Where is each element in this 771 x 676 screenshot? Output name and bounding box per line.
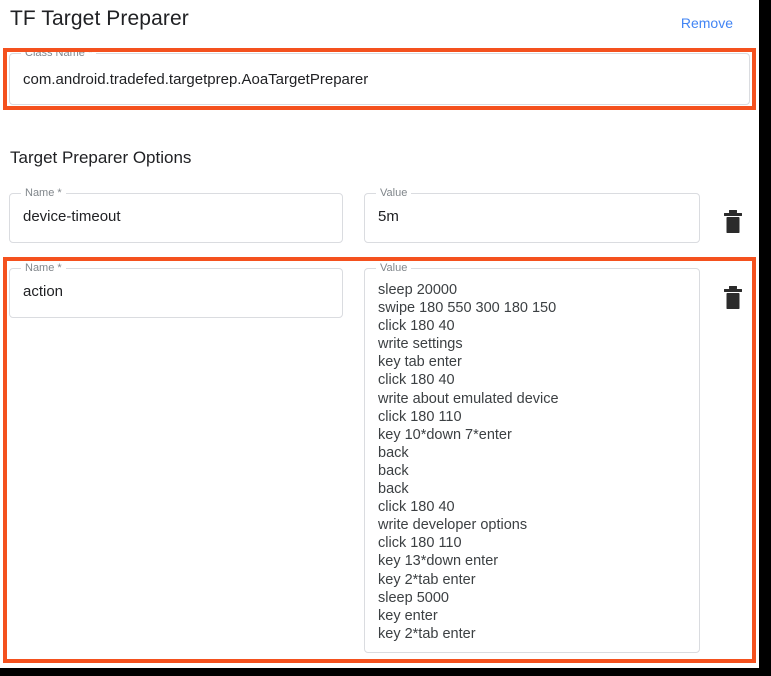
option-value-field-1[interactable]: Value 5m bbox=[364, 187, 700, 243]
option-name-value-2[interactable]: action bbox=[23, 283, 332, 300]
trash-icon bbox=[719, 208, 747, 238]
option-value-label-2: Value bbox=[376, 262, 412, 274]
page-edge-bottom bbox=[0, 668, 771, 676]
remove-link[interactable]: Remove bbox=[681, 15, 733, 31]
option-name-label-1: Name * bbox=[21, 187, 66, 199]
class-name-field[interactable]: Class Name * com.android.tradefed.target… bbox=[9, 47, 750, 105]
target-preparer-panel: TF Target Preparer Remove Class Name * c… bbox=[0, 0, 771, 676]
option-name-value-1[interactable]: device-timeout bbox=[23, 208, 332, 225]
trash-icon bbox=[719, 284, 747, 314]
option-value-value-2[interactable]: sleep 20000 swipe 180 550 300 180 150 cl… bbox=[378, 281, 689, 644]
option-value-label-1: Value bbox=[376, 187, 412, 199]
page-title: TF Target Preparer bbox=[10, 7, 189, 30]
options-section-title: Target Preparer Options bbox=[10, 148, 192, 167]
option-value-value-1[interactable]: 5m bbox=[378, 208, 689, 225]
option-name-field-2[interactable]: Name * action bbox=[9, 262, 343, 318]
class-name-label: Class Name * bbox=[21, 47, 97, 59]
option-name-label-2: Name * bbox=[21, 262, 66, 274]
panel-header: TF Target Preparer Remove bbox=[0, 0, 759, 46]
delete-option-button-2[interactable] bbox=[719, 284, 747, 314]
page-edge-right bbox=[759, 0, 771, 676]
option-name-field-1[interactable]: Name * device-timeout bbox=[9, 187, 343, 243]
class-name-value[interactable]: com.android.tradefed.targetprep.AoaTarge… bbox=[23, 71, 739, 88]
delete-option-button-1[interactable] bbox=[719, 208, 747, 238]
option-value-field-2[interactable]: Value sleep 20000 swipe 180 550 300 180 … bbox=[364, 262, 700, 653]
